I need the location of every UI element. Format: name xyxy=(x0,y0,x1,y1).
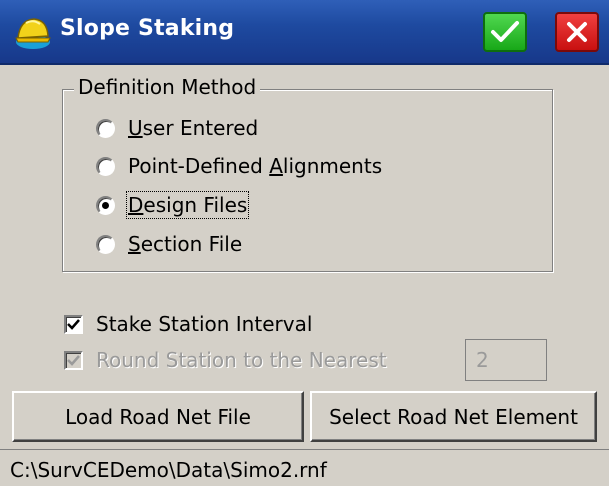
stake-station-interval-checkbox[interactable] xyxy=(64,314,83,334)
radio-point-defined-alignments[interactable]: Point-Defined Alignments xyxy=(96,151,382,181)
title-bar: Slope Staking xyxy=(0,0,609,65)
hard-hat-app-icon xyxy=(15,18,51,49)
checkmark-icon xyxy=(491,21,519,42)
radio-label: User Entered xyxy=(128,116,259,140)
radio-section-file[interactable]: Section File xyxy=(96,229,242,259)
checkmark-icon xyxy=(67,318,80,330)
round-station-label: Round Station to the Nearest xyxy=(96,348,387,372)
select-road-net-element-button[interactable]: Select Road Net Element xyxy=(310,391,597,442)
definition-method-label: Definition Method xyxy=(74,75,261,99)
radio-button[interactable] xyxy=(96,156,115,176)
stake-station-interval-option[interactable]: Stake Station Interval xyxy=(64,310,312,338)
radio-user-entered[interactable]: User Entered xyxy=(96,113,258,143)
ok-button[interactable] xyxy=(483,12,527,52)
file-path-status: C:\SurvCEDemo\Data\Simo2.rnf xyxy=(0,449,609,486)
close-icon xyxy=(567,22,587,42)
close-button[interactable] xyxy=(555,12,599,52)
radio-button[interactable] xyxy=(96,118,115,138)
round-station-option: Round Station to the Nearest xyxy=(64,346,387,374)
window-title: Slope Staking xyxy=(60,16,235,41)
radio-label: Point-Defined Alignments xyxy=(128,154,383,178)
radio-button-selected[interactable] xyxy=(96,195,115,215)
checkmark-icon xyxy=(67,354,80,366)
radio-label: Section File xyxy=(128,232,243,256)
radio-design-files[interactable]: Design Files xyxy=(96,190,250,220)
radio-label: Design Files xyxy=(125,191,250,219)
load-road-net-file-button[interactable]: Load Road Net File xyxy=(12,391,304,442)
round-station-checkbox xyxy=(64,350,83,370)
round-station-value-field: 2 xyxy=(465,339,547,381)
stake-station-interval-label: Stake Station Interval xyxy=(96,312,313,336)
radio-button[interactable] xyxy=(96,234,115,254)
